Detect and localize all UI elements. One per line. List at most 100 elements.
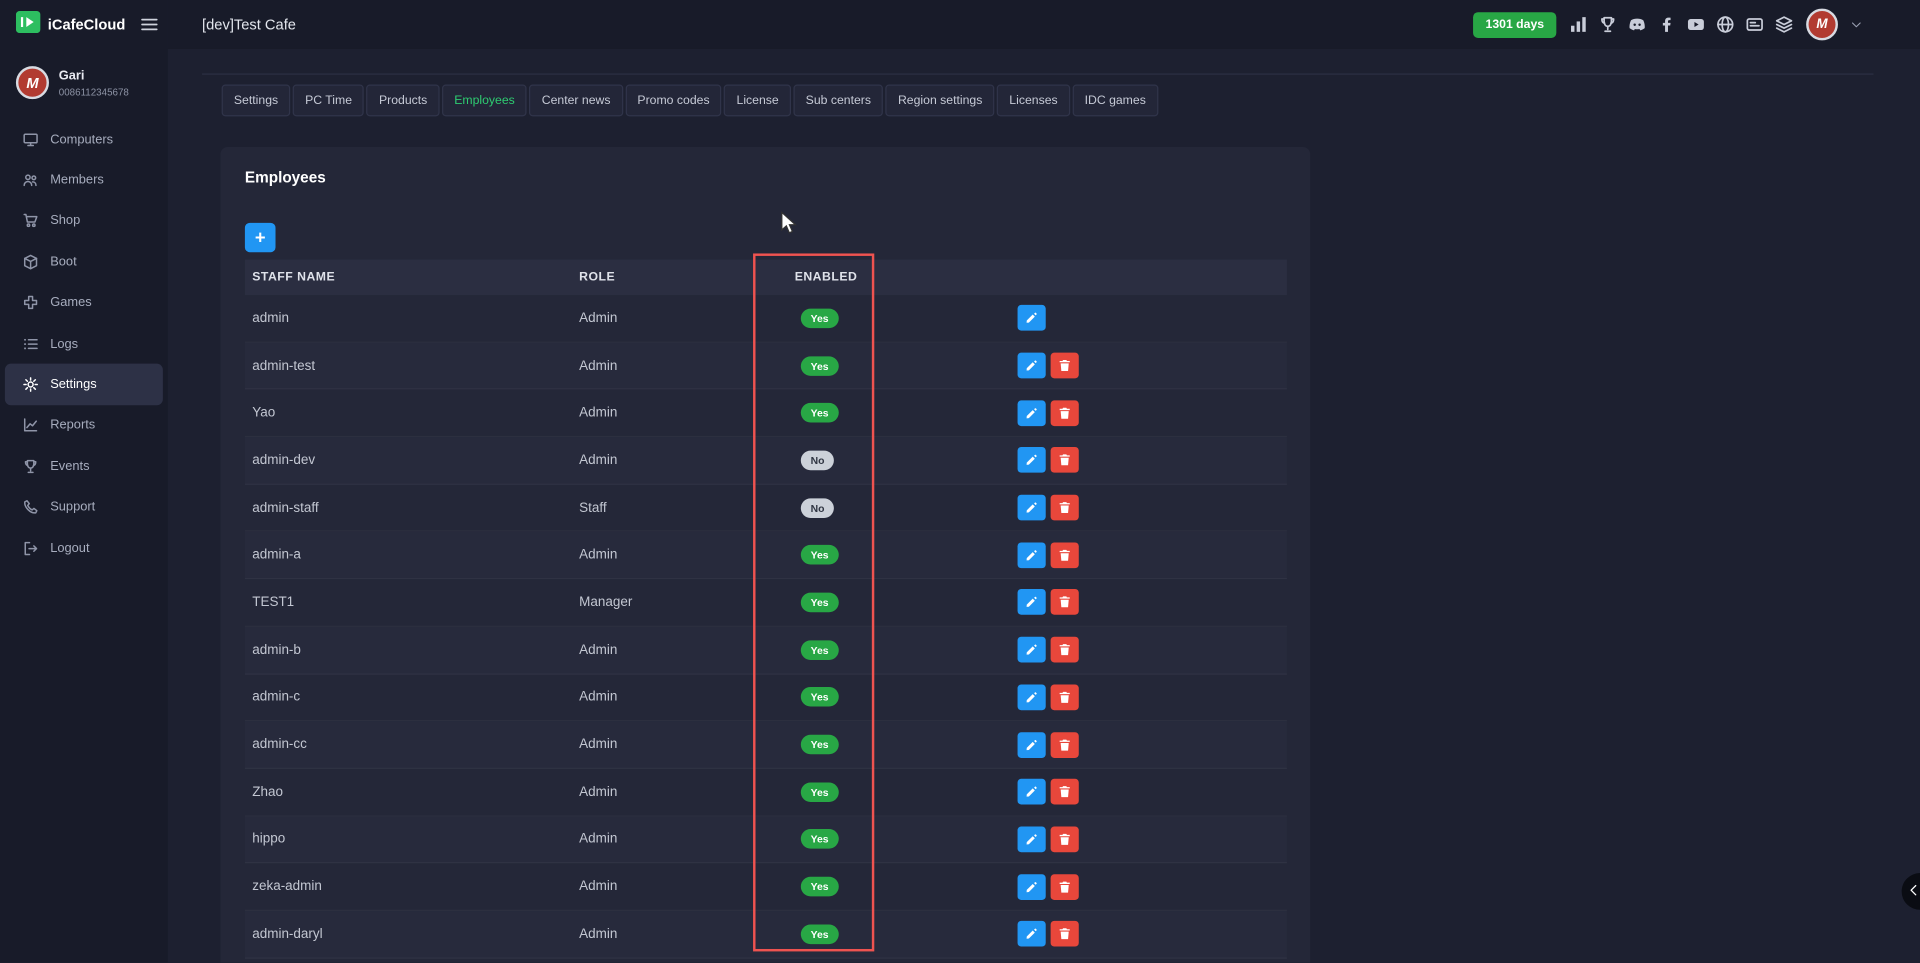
staff-role: Admin: [579, 690, 795, 705]
delete-button[interactable]: [1051, 353, 1079, 379]
staff-role: Admin: [579, 548, 795, 563]
pencil-icon: [1025, 359, 1038, 372]
user-avatar[interactable]: M: [1806, 9, 1838, 41]
table-row: ZhaoAdminYes: [245, 769, 1287, 816]
table-row: hippoAdminYes: [245, 816, 1287, 863]
trash-icon: [1058, 501, 1071, 514]
tab-idc-games[interactable]: IDC games: [1072, 84, 1158, 116]
status-badge: Yes: [801, 640, 839, 660]
delete-button[interactable]: [1051, 826, 1079, 852]
edit-button[interactable]: [1018, 495, 1046, 521]
sidebar-item-boot[interactable]: Boot: [5, 241, 163, 282]
sidebar-item-events[interactable]: Events: [5, 446, 163, 487]
sidebar-item-label: Logout: [50, 541, 89, 556]
edit-button[interactable]: [1018, 447, 1046, 473]
table-row: TEST1ManagerYes: [245, 579, 1287, 626]
edit-button[interactable]: [1018, 590, 1046, 616]
add-employee-button[interactable]: +: [245, 223, 276, 252]
trash-icon: [1058, 690, 1071, 703]
delete-button[interactable]: [1051, 590, 1079, 616]
delete-button[interactable]: [1051, 732, 1079, 758]
delete-button[interactable]: [1051, 400, 1079, 426]
edit-button[interactable]: [1018, 353, 1046, 379]
profile-phone: 0086112345678: [59, 86, 129, 97]
computers-icon: [22, 131, 39, 148]
sidebar-item-members[interactable]: Members: [5, 160, 163, 201]
events-icon: [22, 458, 39, 475]
shop-icon: [22, 212, 39, 229]
edit-button[interactable]: [1018, 400, 1046, 426]
tab-license[interactable]: License: [724, 84, 791, 116]
card-icon[interactable]: [1745, 15, 1765, 35]
stats-icon[interactable]: [1569, 15, 1589, 35]
menu-toggle-button[interactable]: [140, 15, 160, 38]
sidebar-item-label: Reports: [50, 418, 95, 433]
delete-button[interactable]: [1051, 495, 1079, 521]
delete-button[interactable]: [1051, 447, 1079, 473]
delete-button[interactable]: [1051, 779, 1079, 805]
days-badge[interactable]: 1301 days: [1473, 12, 1556, 38]
layers-icon[interactable]: [1774, 15, 1794, 35]
facebook-icon[interactable]: [1657, 15, 1677, 35]
sidebar-item-reports[interactable]: Reports: [5, 405, 163, 446]
staff-name: admin-test: [245, 358, 579, 373]
sidebar-item-label: Boot: [50, 255, 76, 270]
main-content: SettingsPC TimeProductsEmployeesCenter n…: [168, 49, 1920, 962]
chevron-down-icon[interactable]: [1850, 18, 1862, 30]
edit-button[interactable]: [1018, 732, 1046, 758]
pencil-icon: [1025, 927, 1038, 940]
tab-promo-codes[interactable]: Promo codes: [625, 84, 722, 116]
user-profile[interactable]: M Gari 0086112345678: [0, 49, 168, 111]
tab-licenses[interactable]: Licenses: [997, 84, 1070, 116]
sidebar-item-computers[interactable]: Computers: [5, 119, 163, 160]
edit-button[interactable]: [1018, 826, 1046, 852]
status-badge: No: [801, 498, 834, 518]
discord-icon[interactable]: [1627, 15, 1647, 35]
sidebar-item-logout[interactable]: Logout: [5, 528, 163, 569]
tab-sub-centers[interactable]: Sub centers: [793, 84, 883, 116]
staff-name: Zhao: [245, 785, 579, 800]
pencil-icon: [1025, 406, 1038, 419]
globe-icon[interactable]: [1716, 15, 1736, 35]
sidebar-item-shop[interactable]: Shop: [5, 201, 163, 242]
edit-button[interactable]: [1018, 874, 1046, 900]
status-badge: Yes: [801, 356, 839, 376]
profile-name: Gari: [59, 68, 129, 83]
staff-name: admin-daryl: [245, 927, 579, 942]
edit-button[interactable]: [1018, 779, 1046, 805]
pencil-icon: [1025, 690, 1038, 703]
delete-button[interactable]: [1051, 921, 1079, 947]
delete-button[interactable]: [1051, 874, 1079, 900]
sidebar-item-games[interactable]: Games: [5, 282, 163, 323]
tab-center-news[interactable]: Center news: [529, 84, 622, 116]
pencil-icon: [1025, 785, 1038, 798]
sidebar-item-label: Members: [50, 173, 104, 188]
edit-button[interactable]: [1018, 542, 1046, 568]
edit-button[interactable]: [1018, 637, 1046, 663]
delete-button[interactable]: [1051, 637, 1079, 663]
tab-region-settings[interactable]: Region settings: [886, 84, 995, 116]
youtube-icon[interactable]: [1686, 15, 1706, 35]
table-row: admin-bAdminYes: [245, 627, 1287, 674]
tab-pc-time[interactable]: PC Time: [293, 84, 364, 116]
edit-button[interactable]: [1018, 305, 1046, 331]
sidebar-item-logs[interactable]: Logs: [5, 323, 163, 364]
table-row: admin-aAdminYes: [245, 532, 1287, 579]
trash-icon: [1058, 880, 1071, 893]
delete-button[interactable]: [1051, 542, 1079, 568]
staff-role: Admin: [579, 406, 795, 421]
tab-products[interactable]: Products: [367, 84, 440, 116]
table-header: STAFF NAME ROLE ENABLED: [245, 260, 1287, 296]
sidebar: iCafeCloud M Gari 0086112345678 Computer…: [0, 0, 168, 962]
tab-employees[interactable]: Employees: [442, 84, 527, 116]
tab-settings[interactable]: Settings: [222, 84, 291, 116]
sidebar-item-settings[interactable]: Settings: [5, 364, 163, 405]
edit-button[interactable]: [1018, 921, 1046, 947]
trash-icon: [1058, 927, 1071, 940]
staff-role: Admin: [579, 642, 795, 657]
staff-name: admin-dev: [245, 453, 579, 468]
sidebar-item-support[interactable]: Support: [5, 487, 163, 528]
trophy-icon[interactable]: [1598, 15, 1618, 35]
delete-button[interactable]: [1051, 684, 1079, 710]
edit-button[interactable]: [1018, 684, 1046, 710]
